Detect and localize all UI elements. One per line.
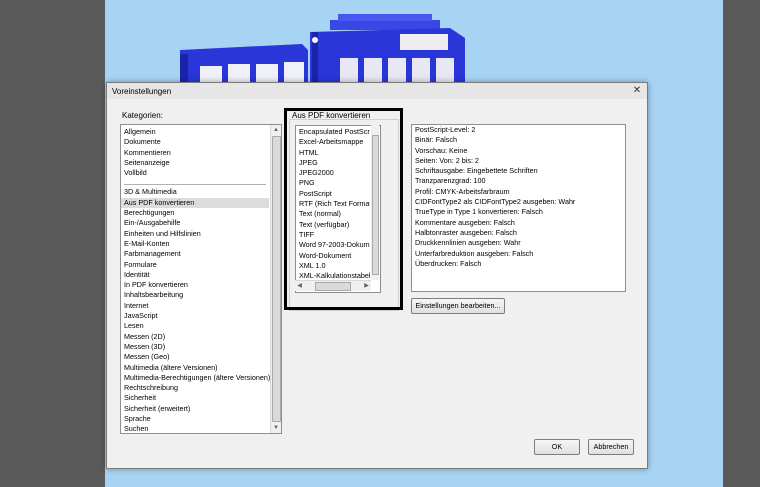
category-item[interactable]: 3D & Multimedia <box>121 187 269 197</box>
settings-lines: PostScript-Level: 2 Binär: Falsch Vorschau… <box>412 125 625 269</box>
category-item[interactable]: Sicherheit (erweitert) <box>121 404 269 414</box>
close-icon[interactable]: ✕ <box>631 85 643 97</box>
settings-line: Kommentare ausgeben: Falsch <box>415 217 515 227</box>
preferences-dialog: Voreinstellungen ✕ Kategorien: Allgemein… <box>106 82 648 469</box>
category-item[interactable]: Multimedia (ältere Versionen) <box>121 363 269 373</box>
settings-line: Binär: Falsch <box>415 135 457 145</box>
settings-line: PostScript-Level: 2 <box>415 125 476 134</box>
category-item[interactable]: Internet <box>121 301 269 311</box>
categories-items: Allgemein Dokumente Kommentieren Seitenanze… <box>121 127 270 433</box>
document-bottom-strip <box>105 466 645 487</box>
edit-settings-button[interactable]: Einstellungen bearbeiten... <box>411 298 505 314</box>
category-item[interactable]: Farbmanagement <box>121 249 269 259</box>
settings-line: Überdrucken: Falsch <box>415 258 482 268</box>
settings-line: Unterfarbreduktion ausgeben: Falsch <box>415 248 534 258</box>
viewer-gray-margin <box>723 0 760 487</box>
category-item[interactable]: Einheiten und Hilfslinien <box>121 229 269 239</box>
scroll-up-icon[interactable]: ▲ <box>271 125 281 135</box>
format-list-highlight-frame <box>284 108 403 310</box>
settings-line: Druckkennlinien ausgeben: Wahr <box>415 238 521 248</box>
category-item[interactable]: Suchen <box>121 424 269 433</box>
category-item[interactable]: Vollbild <box>121 168 269 178</box>
category-item[interactable]: Berechtigungen <box>121 208 269 218</box>
settings-line: Halbtonraster ausgeben: Falsch <box>415 227 517 237</box>
settings-summary: PostScript-Level: 2 Binär: Falsch Vorschau… <box>411 124 626 292</box>
category-item[interactable]: Aus PDF konvertieren <box>121 197 269 209</box>
categories-scrollbar[interactable]: ▲ ▼ <box>270 125 281 433</box>
settings-line: Tranzparenzgrad: 100 <box>415 176 486 186</box>
categories-label: Kategorien: <box>122 111 163 120</box>
settings-line: Seiten: Von: 2 bis: 2 <box>415 155 479 165</box>
category-item[interactable]: Rechtschreibung <box>121 383 269 393</box>
category-item[interactable]: Identität <box>121 270 269 280</box>
category-item[interactable]: Lesen <box>121 321 269 331</box>
category-item[interactable]: JavaScript <box>121 311 269 321</box>
category-item[interactable]: Dokumente <box>121 137 269 147</box>
category-item[interactable]: E-Mail-Konten <box>121 239 269 249</box>
category-item[interactable]: Messen (3D) <box>121 342 269 352</box>
category-item[interactable]: Formulare <box>121 260 269 270</box>
category-item[interactable]: Sicherheit <box>121 393 269 403</box>
scroll-down-icon[interactable]: ▼ <box>271 423 281 433</box>
dialog-title: Voreinstellungen <box>112 87 172 96</box>
ok-button[interactable]: OK <box>534 439 580 455</box>
category-item[interactable]: Inhaltsbearbeitung <box>121 290 269 300</box>
dialog-titlebar: Voreinstellungen ✕ <box>107 83 647 99</box>
category-item[interactable]: Sprache <box>121 414 269 424</box>
category-separator <box>124 180 266 186</box>
category-item[interactable]: In PDF konvertieren <box>121 280 269 290</box>
settings-line: TrueType in Type 1 konvertieren: Falsch <box>415 207 543 217</box>
settings-line: Profil: CMYK-Arbeitsfarbraum <box>415 186 510 196</box>
settings-line: Schriftausgabe: Eingebettete Schriften <box>415 166 538 176</box>
category-item[interactable]: Ein-/Ausgabehilfe <box>121 218 269 228</box>
category-item[interactable]: Kommentieren <box>121 148 269 158</box>
category-item[interactable]: Seitenanzeige <box>121 158 269 168</box>
categories-list[interactable]: Allgemein Dokumente Kommentieren Seitenanze… <box>120 124 282 434</box>
cancel-button[interactable]: Abbrechen <box>588 439 634 455</box>
category-item[interactable]: Messen (2D) <box>121 332 269 342</box>
category-item[interactable]: Multimedia-Berechtigungen (ältere Versio… <box>121 373 270 383</box>
settings-line: CIDFontType2 als CIDFontType2 ausgeben: … <box>415 197 576 207</box>
category-item[interactable]: Allgemein <box>121 127 269 137</box>
settings-line: Vorschau: Keine <box>415 145 468 155</box>
categories-scroll-thumb[interactable] <box>272 136 281 422</box>
category-item[interactable]: Messen (Geo) <box>121 352 269 362</box>
